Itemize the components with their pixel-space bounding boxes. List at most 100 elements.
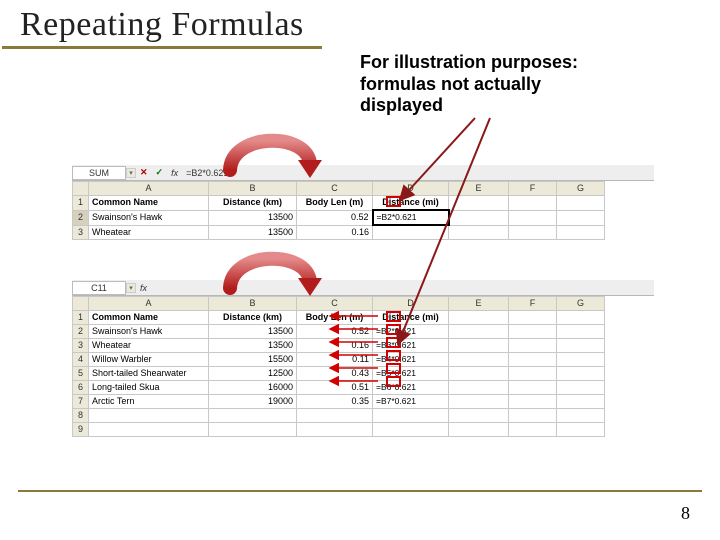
cell[interactable] [557,196,605,211]
col-header-C[interactable]: C [297,182,373,196]
confirm-icon[interactable]: ✓ [152,167,168,178]
col-header-E[interactable]: E [449,297,509,311]
fx-label[interactable]: fx [167,168,182,178]
cell[interactable] [449,367,509,381]
cell[interactable]: 0.16 [297,339,373,353]
row-header[interactable]: 1 [73,196,89,211]
cell[interactable]: Arctic Tern [89,395,209,409]
cell[interactable]: Distance (km) [209,196,297,211]
cell[interactable] [449,325,509,339]
select-all-cell[interactable] [73,297,89,311]
cell[interactable] [557,367,605,381]
row-header[interactable]: 2 [73,325,89,339]
name-box[interactable]: SUM [72,166,126,180]
cell[interactable] [509,409,557,423]
cell[interactable]: 13500 [209,325,297,339]
cell[interactable]: =B5*0.621 [373,367,449,381]
col-header-A[interactable]: A [89,297,209,311]
row-header[interactable]: 4 [73,353,89,367]
cell[interactable] [509,367,557,381]
row-header[interactable]: 9 [73,423,89,437]
cell[interactable] [449,395,509,409]
cell[interactable] [373,423,449,437]
cell[interactable] [449,423,509,437]
cell[interactable]: 0.16 [297,225,373,239]
row-header[interactable]: 7 [73,395,89,409]
cell[interactable] [89,409,209,423]
cell[interactable]: =B4*0.621 [373,353,449,367]
cell[interactable] [557,225,605,239]
cell[interactable] [449,409,509,423]
cell[interactable] [509,353,557,367]
col-header-F[interactable]: F [509,297,557,311]
cell[interactable]: =B7*0.621 [373,395,449,409]
col-header-G[interactable]: G [557,297,605,311]
col-header-B[interactable]: B [209,297,297,311]
cell[interactable] [449,196,509,211]
cell[interactable] [557,353,605,367]
cell[interactable]: 13500 [209,210,297,225]
cell[interactable]: 16000 [209,381,297,395]
row-header[interactable]: 6 [73,381,89,395]
cell[interactable] [509,381,557,395]
cell[interactable] [449,339,509,353]
cell[interactable]: Swainson's Hawk [89,325,209,339]
cell[interactable] [557,423,605,437]
cell[interactable]: 0.11 [297,353,373,367]
row-header[interactable]: 3 [73,225,89,239]
cell[interactable] [209,409,297,423]
cell[interactable]: 19000 [209,395,297,409]
cell[interactable] [449,381,509,395]
cell[interactable] [557,311,605,325]
cell[interactable]: 0.52 [297,210,373,225]
cell[interactable]: Distance (km) [209,311,297,325]
cell[interactable]: Short-tailed Shearwater [89,367,209,381]
cell[interactable] [373,225,449,239]
cell[interactable]: Common Name [89,311,209,325]
row-header[interactable]: 5 [73,367,89,381]
col-header-G[interactable]: G [557,182,605,196]
row-header[interactable]: 3 [73,339,89,353]
cell[interactable]: Wheatear [89,339,209,353]
cell[interactable] [557,409,605,423]
cell[interactable] [509,395,557,409]
select-all-cell[interactable] [73,182,89,196]
cell[interactable] [509,210,557,225]
cell[interactable]: Wheatear [89,225,209,239]
cell[interactable]: =B6*0.621 [373,381,449,395]
cell[interactable]: 12500 [209,367,297,381]
cell[interactable] [509,196,557,211]
cell[interactable] [557,381,605,395]
cell[interactable]: Swainson's Hawk [89,210,209,225]
cell[interactable] [449,225,509,239]
cell[interactable] [557,395,605,409]
cancel-icon[interactable]: ✕ [136,167,152,178]
cell[interactable] [509,423,557,437]
name-box-dropdown-icon[interactable]: ▾ [126,168,136,178]
cell[interactable] [557,325,605,339]
cell[interactable] [509,311,557,325]
col-header-D[interactable]: D [373,182,449,196]
name-box[interactable]: C11 [72,281,126,295]
cell[interactable] [509,225,557,239]
col-header-A[interactable]: A [89,182,209,196]
cell[interactable] [509,325,557,339]
cell[interactable]: 0.51 [297,381,373,395]
cell-active[interactable]: =B2*0.621 [373,210,449,225]
cell[interactable]: Willow Warbler [89,353,209,367]
cell[interactable] [449,210,509,225]
cell[interactable] [209,423,297,437]
cell[interactable]: Body Len (m) [297,196,373,211]
cell[interactable]: Distance (mi) [373,196,449,211]
col-header-B[interactable]: B [209,182,297,196]
cell[interactable]: Body Len (m) [297,311,373,325]
fx-label[interactable]: fx [136,283,151,293]
cell[interactable]: =B3*0.621 [373,339,449,353]
cell[interactable] [297,423,373,437]
cell[interactable]: Long-tailed Skua [89,381,209,395]
cell[interactable] [449,311,509,325]
cell[interactable] [557,339,605,353]
cell[interactable]: 0.35 [297,395,373,409]
cell[interactable]: 15500 [209,353,297,367]
cell[interactable] [297,409,373,423]
